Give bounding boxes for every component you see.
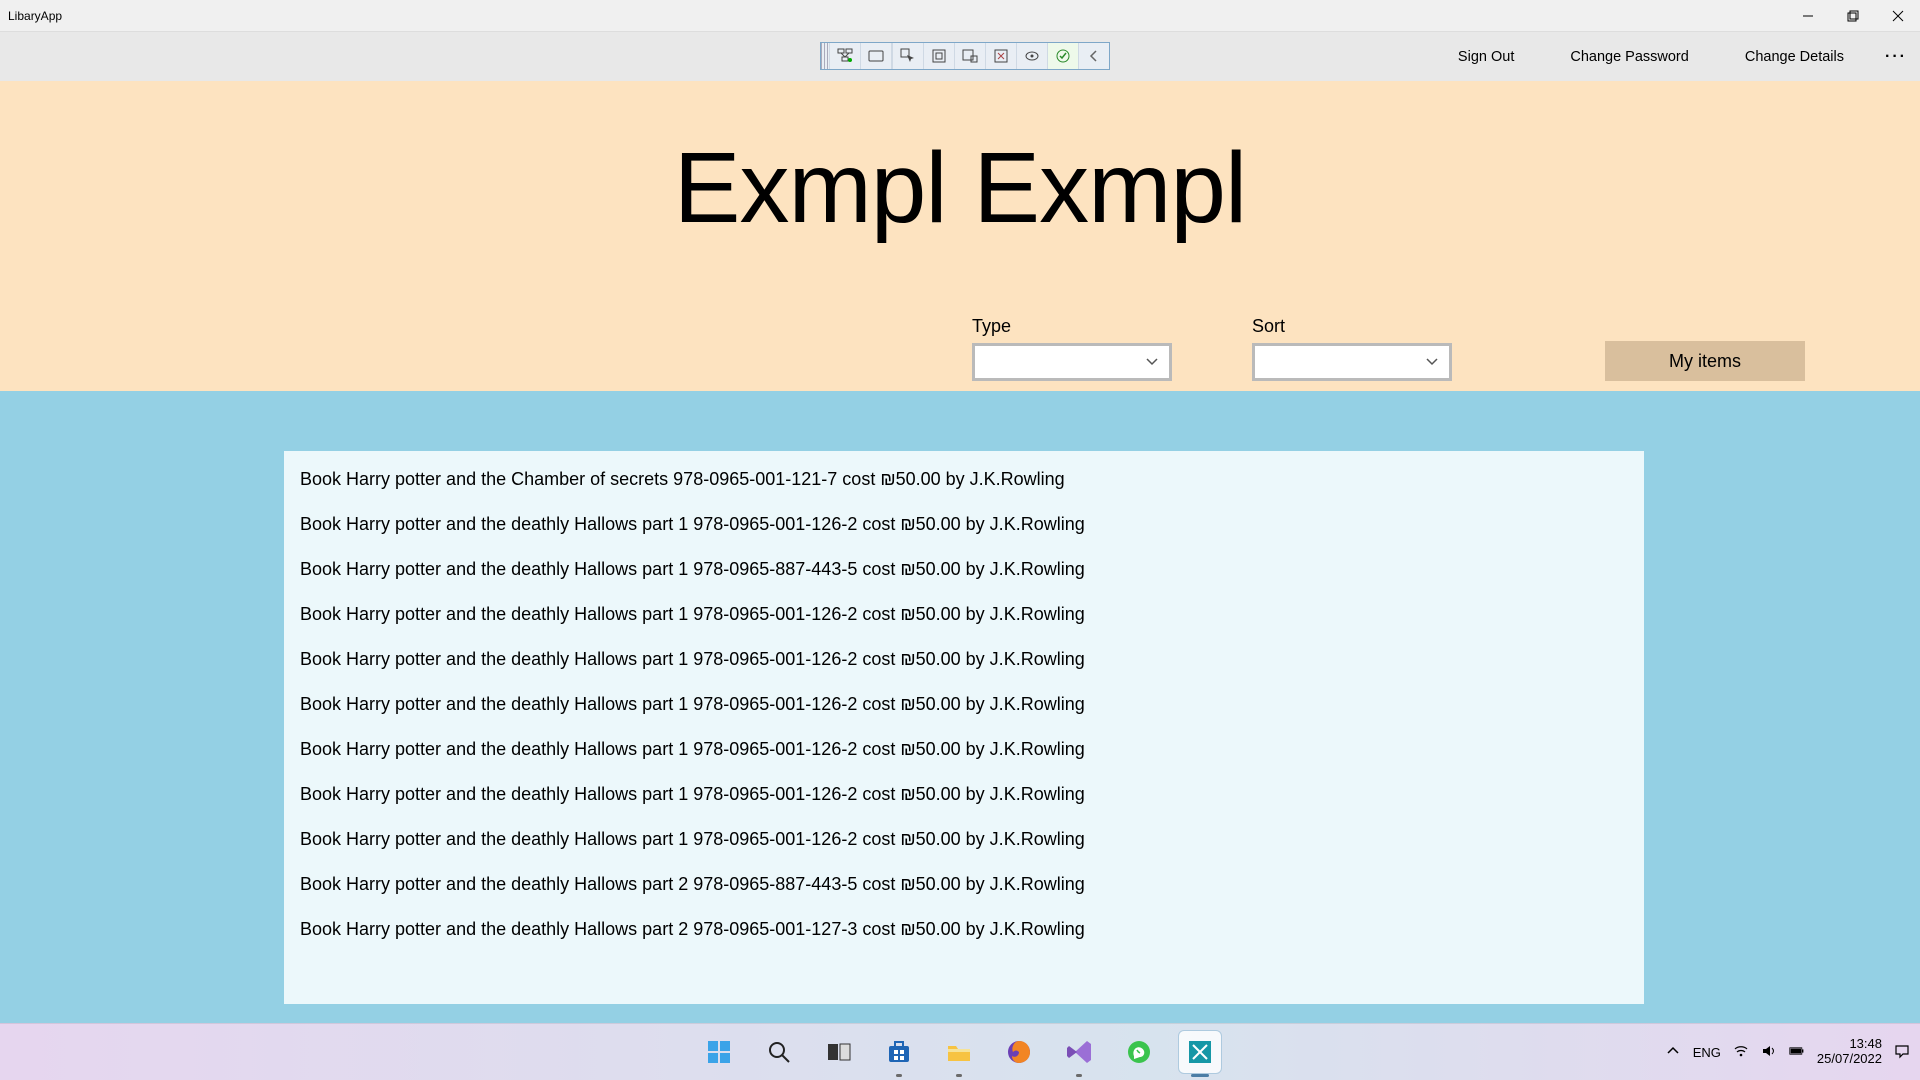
list-item[interactable]: Book Harry potter and the deathly Hallow…	[284, 862, 1644, 907]
clock[interactable]: 13:48 25/07/2022	[1817, 1037, 1882, 1067]
volume-icon[interactable]	[1761, 1043, 1777, 1062]
wifi-icon[interactable]	[1733, 1043, 1749, 1062]
runtime-tools-icon[interactable]	[860, 43, 892, 69]
battery-icon[interactable]	[1789, 1043, 1805, 1062]
windows-taskbar[interactable]: ENG 13:48 25/07/2022	[0, 1023, 1920, 1080]
library-app-taskbar-icon[interactable]	[1178, 1030, 1222, 1074]
sort-combobox[interactable]	[1252, 343, 1452, 381]
list-item[interactable]: Book Harry potter and the deathly Hallow…	[284, 682, 1644, 727]
hot-reload-icon[interactable]	[985, 43, 1016, 69]
window-title: LibaryApp	[0, 9, 62, 23]
display-layout-adorners-icon[interactable]	[923, 43, 954, 69]
start-button[interactable]	[698, 1031, 740, 1073]
more-options-button[interactable]: ···	[1872, 32, 1920, 81]
ms-store-icon[interactable]	[878, 1031, 920, 1073]
list-item[interactable]: Book Harry potter and the deathly Hallow…	[284, 772, 1644, 817]
list-item[interactable]: Book Harry potter and the deathly Hallow…	[284, 727, 1644, 772]
list-item[interactable]: Book Harry potter and the deathly Hallow…	[284, 907, 1644, 952]
title-bar: LibaryApp	[0, 0, 1920, 31]
content-area: Book Harry potter and the Chamber of sec…	[0, 391, 1920, 1024]
items-listbox[interactable]: Book Harry potter and the Chamber of sec…	[284, 451, 1644, 1004]
minimize-button[interactable]	[1785, 0, 1830, 31]
language-indicator[interactable]: ENG	[1693, 1045, 1721, 1060]
change-password-button[interactable]: Change Password	[1542, 32, 1717, 81]
notifications-icon[interactable]	[1894, 1043, 1910, 1062]
whatsapp-icon[interactable]	[1118, 1031, 1160, 1073]
debug-toolbar-grip[interactable]	[821, 43, 829, 69]
type-label: Type	[972, 316, 1172, 337]
chevron-down-icon	[1145, 355, 1159, 369]
tray-overflow-icon[interactable]	[1665, 1043, 1681, 1062]
collapse-toolbar-icon[interactable]	[1078, 43, 1109, 69]
sort-label: Sort	[1252, 316, 1452, 337]
list-item[interactable]: Book Harry potter and the deathly Hallow…	[284, 592, 1644, 637]
type-combobox[interactable]	[972, 343, 1172, 381]
list-item[interactable]: Book Harry potter and the deathly Hallow…	[284, 502, 1644, 547]
list-item[interactable]: Book Harry potter and the deathly Hallow…	[284, 547, 1644, 592]
toggle-icon[interactable]	[1016, 43, 1047, 69]
header-hero: Exmpl Exmpl Type Sort My items	[0, 81, 1920, 391]
file-explorer-icon[interactable]	[938, 1031, 980, 1073]
task-view-icon[interactable]	[818, 1031, 860, 1073]
clock-date: 25/07/2022	[1817, 1052, 1882, 1067]
vs-debug-toolbar[interactable]	[820, 42, 1110, 70]
close-button[interactable]	[1875, 0, 1920, 31]
track-focused-element-icon[interactable]	[954, 43, 985, 69]
list-item[interactable]: Book Harry potter and the Chamber of sec…	[284, 457, 1644, 502]
list-item[interactable]: Book Harry potter and the deathly Hallow…	[284, 637, 1644, 682]
maximize-button[interactable]	[1830, 0, 1875, 31]
clock-time: 13:48	[1849, 1037, 1882, 1052]
list-item[interactable]: Book Harry potter and the deathly Hallow…	[284, 817, 1644, 862]
my-items-button[interactable]: My items	[1605, 341, 1805, 381]
check-icon[interactable]	[1047, 43, 1078, 69]
search-icon[interactable]	[758, 1031, 800, 1073]
chevron-down-icon	[1425, 355, 1439, 369]
live-visual-tree-icon[interactable]	[829, 43, 860, 69]
system-tray[interactable]: ENG 13:48 25/07/2022	[1665, 1037, 1910, 1067]
change-details-button[interactable]: Change Details	[1717, 32, 1872, 81]
firefox-icon[interactable]	[998, 1031, 1040, 1073]
visual-studio-icon[interactable]	[1058, 1031, 1100, 1073]
page-title: Exmpl Exmpl	[674, 81, 1246, 246]
select-element-icon[interactable]	[892, 43, 923, 69]
sign-out-button[interactable]: Sign Out	[1430, 32, 1542, 81]
